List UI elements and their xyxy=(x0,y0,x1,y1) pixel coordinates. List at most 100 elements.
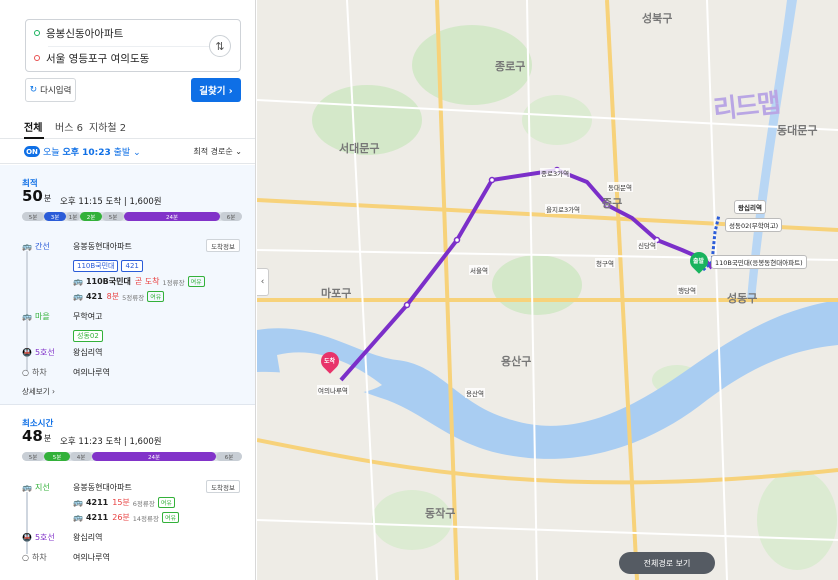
leg-mode-label: 5호선 xyxy=(34,533,55,542)
district-label: 종로구 xyxy=(495,60,526,73)
station-label[interactable]: 용산역 xyxy=(465,388,485,398)
mode-tabs: 전체 버스 6 지하철 2 xyxy=(0,112,255,139)
realtime-on-toggle[interactable]: ON xyxy=(24,146,40,157)
bus-arrival-row: 🚌 4211 15분 6정류장 여유 xyxy=(73,497,175,508)
bus-icon: 🚌 xyxy=(73,513,83,522)
segment-bus: 3분 xyxy=(44,212,66,221)
segment-walk: 1분 xyxy=(66,212,80,221)
departure-time-selector[interactable]: 오늘 오후 10:23 출발 ⌄ xyxy=(43,145,141,158)
route-search-box: 응봉신동아아파트 서울 영등포구 여의도동 ⇅ xyxy=(25,19,241,72)
station-label[interactable]: 청구역 xyxy=(595,258,615,268)
tab-subway[interactable]: 지하철 2 xyxy=(89,119,126,134)
station-label[interactable]: 동대문역 xyxy=(607,182,633,192)
segment-bus: 5분 xyxy=(44,452,70,461)
swap-direction-button[interactable]: ⇅ xyxy=(209,35,231,57)
find-route-button[interactable]: 길찾기 › xyxy=(191,78,241,102)
arrival-info-button[interactable]: 도착정보 xyxy=(206,480,240,493)
departure-time-row: ON 오늘 오후 10:23 출발 ⌄ 최적 경로순 ⌄ xyxy=(0,140,255,164)
bus-arrival-row: 🚌 4211 26분 14정류장 여유 xyxy=(73,512,180,523)
station-label[interactable]: 여의나루역 xyxy=(317,385,349,395)
crowding-tag: 여유 xyxy=(187,276,205,287)
origin-field[interactable]: 응봉신동아아파트 xyxy=(34,23,123,43)
bus-icon: 🚌 xyxy=(73,292,83,301)
leg-mode: 🚌 마을 xyxy=(22,311,50,322)
segment-walk: 5분 xyxy=(102,212,124,221)
tab-all[interactable]: 전체 xyxy=(24,119,42,134)
bus-icon: 🚌 xyxy=(22,242,32,251)
district-label: 성동구 xyxy=(727,292,758,305)
search-divider xyxy=(48,46,210,47)
arrival-route: 110B국민대 xyxy=(85,277,131,286)
bus-icon: 🚌 xyxy=(73,277,83,286)
leg-mode-label: 하차 xyxy=(31,553,47,562)
full-route-button[interactable]: 전체경로 보기 xyxy=(619,552,715,574)
segment-subway: 24분 xyxy=(92,452,216,461)
arrival-stops: 6정류장 xyxy=(132,499,155,508)
arrival-stops: 5정류장 xyxy=(122,293,145,302)
route-card-fastest[interactable]: 최소시간 48분 오후 11:23 도착 | 1,600원 5분 5분 4분 2… xyxy=(0,406,255,580)
route-duration: 48분 xyxy=(22,427,51,445)
bus-icon: 🚌 xyxy=(22,312,32,321)
route-card-best[interactable]: 최적 50분 오후 11:15 도착 | 1,600원 5분 3분 1분 2분 … xyxy=(0,165,255,405)
leg-mode: ○ 하차 xyxy=(22,552,47,563)
district-label: 동대문구 xyxy=(777,124,818,137)
route-duration: 50분 xyxy=(22,187,51,205)
leg-mode: 🚇 5호선 xyxy=(22,532,55,543)
arrival-route: 4211 xyxy=(85,513,109,522)
district-label: 성북구 xyxy=(642,12,673,25)
duration-value: 48 xyxy=(22,427,43,445)
station-label[interactable]: 행당역 xyxy=(677,285,697,295)
arrival-info-button[interactable]: 도착정보 xyxy=(206,239,240,252)
crowding-tag: 여유 xyxy=(147,291,165,302)
transfer-stop-callout[interactable]: 성동02(무학여고) xyxy=(725,218,783,232)
station-label[interactable]: 신당역 xyxy=(637,240,657,250)
bus-chip[interactable]: 110B국민대 xyxy=(73,260,119,272)
leg-mode-label: 5호선 xyxy=(34,348,55,357)
bus-chip[interactable]: 421 xyxy=(121,260,143,272)
arrival-route: 421 xyxy=(85,292,103,301)
district-label: 마포구 xyxy=(321,287,352,300)
origin-stop-callout[interactable]: 110B국민대(응봉동현대아파트) xyxy=(711,255,807,269)
watermark-logo: 리드맵 xyxy=(711,88,781,126)
station-label[interactable]: 종로3가역 xyxy=(540,168,571,178)
destination-pin-label: 도착 xyxy=(324,358,336,365)
bus-chip[interactable]: 성동02 xyxy=(73,330,103,342)
segment-walk: 6분 xyxy=(220,212,242,221)
reset-label: 다시입력 xyxy=(40,86,72,96)
leg-mode-label: 하차 xyxy=(31,368,47,377)
leg-stop: 왕십리역 xyxy=(73,533,103,542)
leg-mode: 🚌 간선 xyxy=(22,241,50,252)
arrival-status: 곧 도착 xyxy=(134,277,160,286)
arrival-route: 4211 xyxy=(85,498,109,507)
arrival-status: 26분 xyxy=(112,513,130,522)
sort-dropdown[interactable]: 최적 경로순 ⌄ xyxy=(193,146,242,157)
collapse-panel-button[interactable]: ‹ xyxy=(257,268,269,296)
circle-icon: ○ xyxy=(22,368,29,377)
origin-text: 응봉신동아아파트 xyxy=(46,27,124,40)
segment-walk: 5분 xyxy=(22,452,44,461)
map-view[interactable]: 종로구 중구 용산구 마포구 성동구 성북구 동작구 서대문구 동대문구 종로3… xyxy=(257,0,838,580)
leg-stop: 왕십리역 xyxy=(73,348,103,357)
bus-arrival-row: 🚌 421 8분 5정류장 여유 xyxy=(73,291,165,302)
station-label[interactable]: 을지로3가역 xyxy=(545,204,582,214)
segment-subway: 24분 xyxy=(124,212,220,221)
park-area xyxy=(757,470,837,570)
subway-icon: 🚇 xyxy=(22,533,32,542)
leg-mode: 🚌 지선 xyxy=(22,482,50,493)
leg-mode: 🚇 5호선 xyxy=(22,347,55,358)
detail-link[interactable]: 상세보기 › xyxy=(22,386,55,397)
crowding-tag: 여유 xyxy=(162,512,180,523)
arrival-and-fare: 오후 11:15 도착 | 1,600원 xyxy=(60,197,162,207)
reset-button[interactable]: ↻ 다시입력 xyxy=(25,78,76,102)
swap-icon: ⇅ xyxy=(215,39,225,53)
village-bus-chips: 성동02 xyxy=(73,327,106,342)
leg-stop: 여의나루역 xyxy=(73,553,110,562)
depart-time: 오후 10:23 xyxy=(62,148,111,158)
station-label[interactable]: 서울역 xyxy=(469,265,489,275)
directions-panel: 응봉신동아아파트 서울 영등포구 여의도동 ⇅ ↻ 다시입력 길찾기 › 전체 … xyxy=(0,0,256,580)
destination-field[interactable]: 서울 영등포구 여의도동 xyxy=(34,48,149,68)
transfer-station-callout[interactable]: 왕십리역 xyxy=(734,200,766,214)
arrival-and-fare: 오후 11:23 도착 | 1,600원 xyxy=(60,437,162,447)
tab-bus[interactable]: 버스 6 xyxy=(55,119,83,134)
leg-stop: 여의나루역 xyxy=(73,368,110,377)
